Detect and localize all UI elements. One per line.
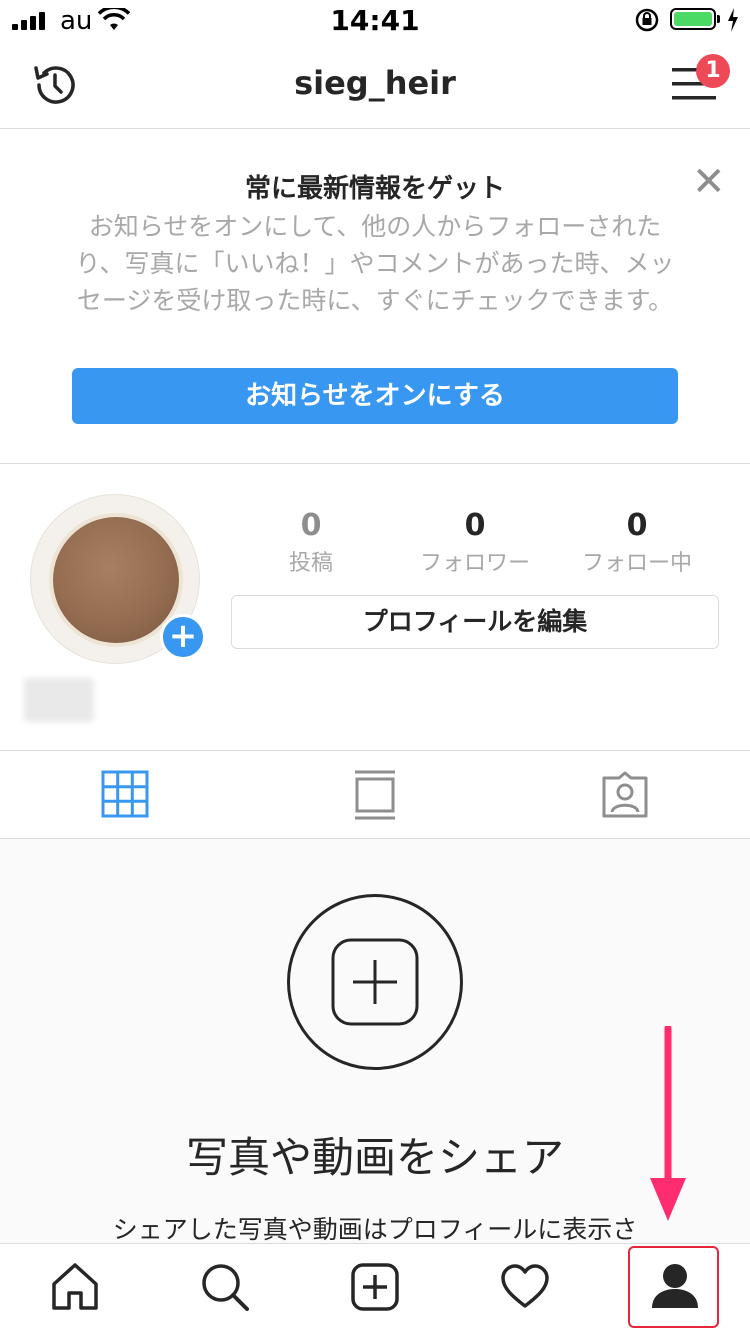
stat-followers-label: フォロワー [419, 551, 530, 576]
feed-icon[interactable] [355, 770, 395, 820]
annotation-arrow-icon [650, 1026, 686, 1221]
rotation-lock-icon [635, 8, 659, 32]
status-bar: au 14:41 [0, 0, 750, 40]
divider [0, 463, 750, 464]
activity-heart-icon[interactable] [500, 1262, 550, 1312]
add-story-icon[interactable]: + [160, 614, 206, 660]
divider [0, 750, 750, 751]
profile-tab-highlight [628, 1246, 719, 1328]
add-post-icon[interactable] [350, 1262, 400, 1312]
battery-icon [670, 8, 716, 30]
stat-posts-label: 投稿 [288, 551, 333, 576]
search-icon[interactable] [200, 1262, 250, 1312]
add-post-icon[interactable] [331, 938, 419, 1026]
tagged-icon[interactable] [600, 770, 650, 820]
enable-notifications-button[interactable]: お知らせをオンにする [72, 368, 678, 424]
blurred-display-name [24, 678, 94, 722]
grid-icon[interactable] [101, 770, 149, 818]
close-icon[interactable]: ✕ [692, 162, 726, 202]
stat-following-count: 0 [626, 508, 648, 543]
page-title: sieg_heir [294, 64, 456, 102]
edit-profile-button[interactable]: プロフィールを編集 [231, 595, 719, 649]
stat-posts-count: 0 [300, 508, 322, 543]
charging-bolt-icon [728, 8, 738, 32]
menu-badge: 1 [696, 54, 730, 88]
empty-state-subtitle: シェアした写真や動画はプロフィールに表示さ [112, 1215, 638, 1244]
notification-body: お知らせをオンにして、他の人からフォローされたり、写真に「いいね！」やコメントが… [75, 212, 675, 315]
stat-following[interactable]: 0 フォロー中 [557, 508, 717, 577]
notification-title: 常に最新情報をゲット [244, 174, 505, 204]
stat-posts[interactable]: 0 投稿 [231, 508, 391, 577]
profile-header: sieg_heir [0, 40, 750, 129]
empty-state-title: 写真や動画をシェア [185, 1133, 564, 1182]
battery-tip [717, 15, 720, 23]
stat-following-label: フォロー中 [581, 551, 692, 576]
stat-followers[interactable]: 0 フォロワー [395, 508, 555, 577]
stat-followers-count: 0 [464, 508, 486, 543]
home-icon[interactable] [50, 1262, 100, 1312]
